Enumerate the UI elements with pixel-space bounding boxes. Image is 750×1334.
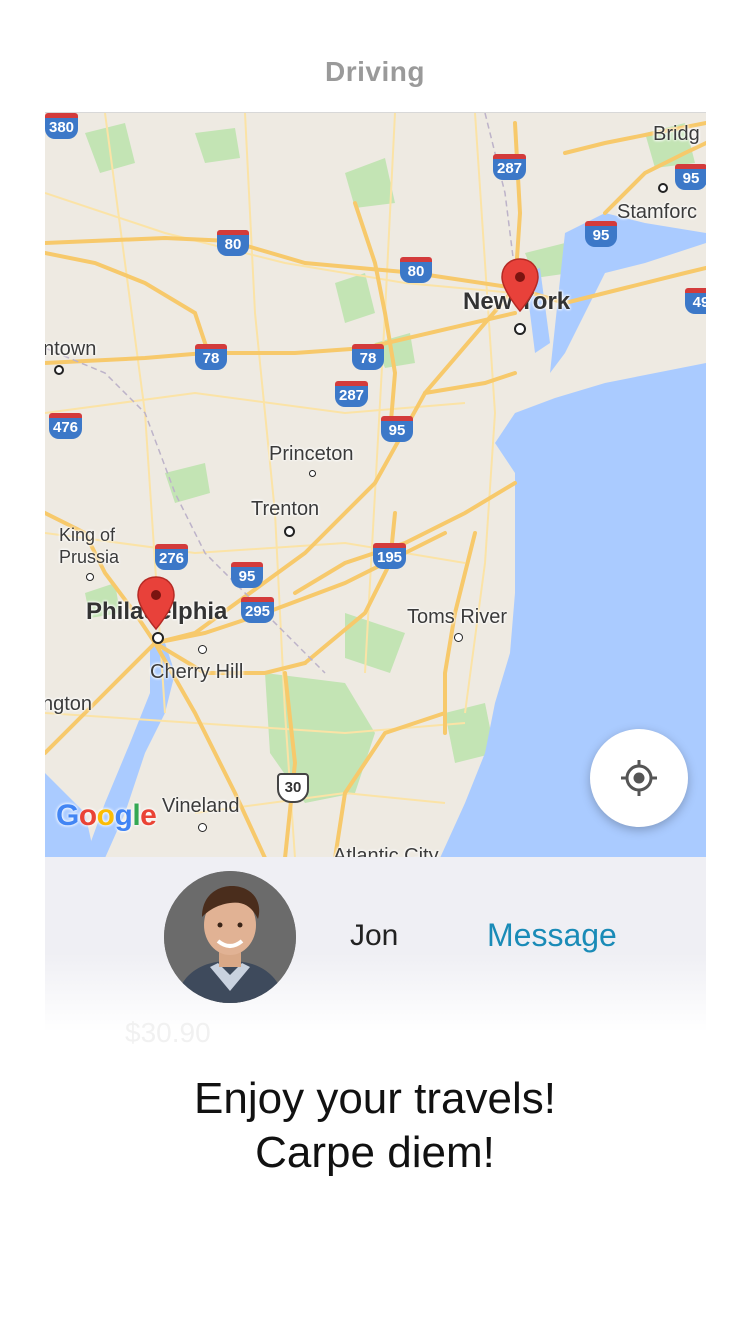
city-dot-toms-river [454,633,463,642]
shield-i380: 380 [45,113,79,139]
city-label-atlantic-city: Atlantic City [333,845,439,857]
city-label-toms-river: Toms River [407,606,508,628]
city-label-vineland: Vineland [162,795,240,817]
city-dot-cherry-hill [198,645,207,654]
shield-i95-mid: 95 [381,416,413,442]
city-label-stamford: Stamforc [617,201,698,223]
city-label-allentown: ntown [45,338,97,360]
farewell-line-2: Carpe diem! [255,1128,495,1177]
pin-destination-new-york[interactable] [500,257,540,315]
city-dot-princeton [309,470,316,477]
driver-avatar [164,871,296,1003]
driver-name: Jon [350,919,399,952]
shield-i78-east: 78 [352,344,384,370]
shield-i276: 276 [155,544,189,570]
city-dot-vineland [198,823,207,832]
city-label-trenton: Trenton [251,498,320,520]
shield-i476: 476 [49,413,83,439]
city-dot-allentown [54,365,64,375]
shield-i495: 49 [685,288,706,314]
ride-screen: Driving Bridg Stamforc New York ntown Pr… [0,0,750,1334]
pin-origin-philadelphia[interactable] [136,575,176,633]
my-location-button[interactable] [590,729,688,827]
driver-photo [164,871,296,1003]
map-pin-icon [501,258,539,313]
shield-i95-phl: 95 [231,562,263,588]
map-pin-icon [137,576,175,631]
shield-i287-top: 287 [493,154,527,180]
shield-i95-ne: 95 [675,164,706,190]
farewell-message: Enjoy your travels! Carpe diem! [0,1072,750,1180]
shield-i295: 295 [241,597,275,623]
shield-i80-east: 80 [400,257,432,283]
shield-i195: 195 [373,543,407,569]
fare-text-faded: $30.90 [125,1017,211,1048]
page-title: Driving [325,56,425,87]
crosshair-icon [621,760,657,796]
google-logo: Google [56,799,157,832]
city-label-princeton: Princeton [269,443,354,465]
driver-card: Jon Message $30.90 [45,857,706,1048]
pin-anchor-new-york [514,323,526,335]
city-label-wilmington: ngton [45,693,93,715]
city-dot-trenton [284,526,295,537]
shield-i95-stamford: 95 [585,221,617,247]
shield-us30: 30 [277,773,309,803]
city-label-king-of-prussia-1: King of [59,525,116,545]
message-button[interactable]: Message [487,917,617,954]
shield-i80-west: 80 [217,230,249,256]
city-label-cherry-hill: Cherry Hill [150,661,244,683]
shield-i287-mid: 287 [335,381,369,407]
farewell-line-1: Enjoy your travels! [194,1074,556,1123]
city-dot-bridgeport [658,183,668,193]
shield-i78-west: 78 [195,344,227,370]
city-dot-king-of-prussia [86,573,94,581]
city-label-king-of-prussia-2: Prussia [59,547,120,567]
city-label-bridgeport: Bridg [653,123,700,145]
pin-anchor-philadelphia [152,632,164,644]
